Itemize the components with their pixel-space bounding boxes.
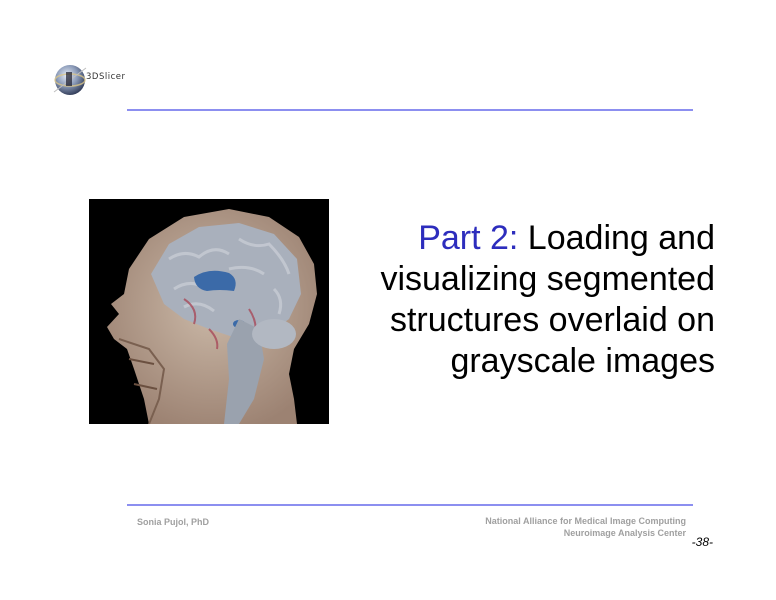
slide-title: Part 2: Loading and visualizing segmente… — [335, 218, 715, 382]
footer-author: Sonia Pujol, PhD — [137, 517, 210, 527]
footer-org-line-1: National Alliance for Medical Image Comp… — [485, 516, 686, 526]
title-line-1: Loading and — [518, 219, 715, 257]
top-divider — [127, 109, 693, 111]
footer-org-line-2: Neuroimage Analysis Center — [563, 528, 686, 538]
bottom-divider — [127, 504, 693, 506]
title-part-label: Part 2: — [418, 219, 519, 257]
title-line-2: visualizing segmented — [380, 260, 715, 298]
slicer-logo: 3DSlicer — [46, 60, 146, 100]
title-line-3: structures overlaid on — [389, 301, 715, 339]
mri-brain-image — [89, 199, 329, 424]
slicer-globe-icon — [53, 65, 87, 95]
footer-organization: National Alliance for Medical Image Comp… — [485, 515, 686, 539]
title-line-4: grayscale images — [450, 342, 715, 380]
page-number: -38- — [691, 535, 713, 549]
brain-illustration — [107, 209, 317, 424]
logo-text: 3DSlicer — [86, 72, 126, 82]
